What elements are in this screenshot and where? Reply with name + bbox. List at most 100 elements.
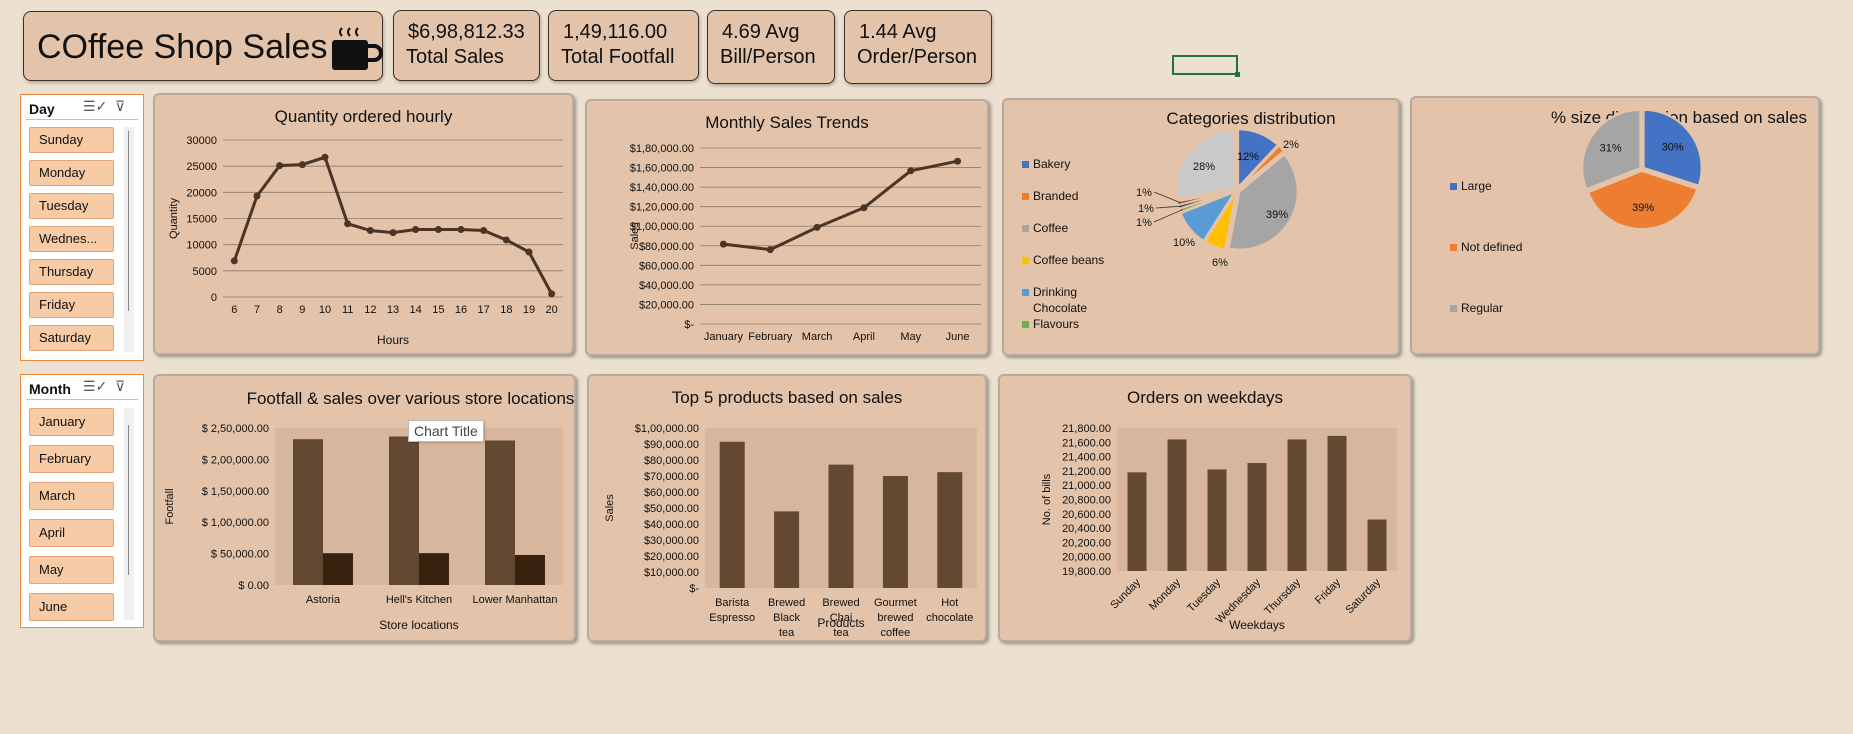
y-tick-label: $10,000.00 <box>644 567 699 579</box>
legend-swatch <box>1022 193 1029 200</box>
slicer-item-thursday[interactable]: Thursday <box>29 259 114 285</box>
x-tick-label: 19 <box>523 304 535 316</box>
y-tick-label: $1,00,000.00 <box>635 423 699 435</box>
slicer-item-june[interactable]: June <box>29 593 114 621</box>
slicer-item-january[interactable]: January <box>29 408 114 436</box>
y-tick-label: 25000 <box>186 161 217 173</box>
weekdays-chart-panel[interactable]: Orders on weekdays 19,800.00 20,000.00 20,… <box>998 374 1412 642</box>
slicer-item-may[interactable]: May <box>29 556 114 584</box>
kpi-value: 1.44 Avg <box>859 21 937 43</box>
footfall-chart-panel[interactable]: Footfall & sales over various store loca… <box>153 374 576 642</box>
hourly-line-chart: 0 5000 10000 15000 20000 25000 30000 6 7 8 9 10 11 12… <box>168 135 563 347</box>
slice-label: 1% <box>1136 187 1152 199</box>
data-point <box>457 225 465 233</box>
month-slicer: Month ☰✓ ⊽ January February March April … <box>20 374 144 628</box>
multi-select-icon[interactable]: ☰✓ <box>83 378 107 395</box>
kpi-avg-order: 1.44 Avg Order/Person <box>844 10 992 84</box>
data-point <box>480 227 488 235</box>
footfall-bar-chart: $ 0.00 $ 50,000.00 $ 1,00,000.00 $ 1,50,000… <box>164 423 563 632</box>
data-point <box>525 248 533 256</box>
y-axis-label: Quantity <box>168 198 180 239</box>
x-tick-label: Monday <box>1147 576 1184 613</box>
y-tick-label: $20,000.00 <box>639 299 694 311</box>
slicer-scroll-thumb[interactable] <box>128 131 129 311</box>
y-tick-label: $1,60,000.00 <box>630 163 694 175</box>
slicer-item-wednesday[interactable]: Wednes... <box>29 226 114 252</box>
slicer-item-sunday[interactable]: Sunday <box>29 127 114 153</box>
day-slicer: Day ☰✓ ⊽ Sunday Monday Tuesday Wednes...… <box>20 94 144 361</box>
x-tick-label: Lower Manhattan <box>473 594 558 606</box>
y-tick-label: $ 0.00 <box>238 580 269 592</box>
slicer-scroll-thumb[interactable] <box>128 425 129 575</box>
slicer-item-march[interactable]: March <box>29 482 114 510</box>
bar <box>1327 435 1347 571</box>
slicer-item-monday[interactable]: Monday <box>29 160 114 186</box>
fill-handle[interactable] <box>1235 72 1240 77</box>
y-axis-label: Sales <box>604 494 616 522</box>
x-tick-label: 16 <box>455 304 467 316</box>
clear-filter-icon[interactable]: ⊽ <box>115 378 125 395</box>
selected-cell[interactable] <box>1172 55 1240 77</box>
top5-chart-panel[interactable]: Top 5 products based on sales $- $10,000.… <box>587 374 987 642</box>
slicer-item-february[interactable]: February <box>29 445 114 473</box>
y-tick-label: $ 1,00,000.00 <box>202 517 269 529</box>
x-tick-label: 13 <box>387 304 399 316</box>
categories-chart-panel[interactable]: Categories distribution 12% 2% 39% 6% 10% 1% 1… <box>1002 98 1400 356</box>
y-tick-label: $1,80,000.00 <box>630 143 694 155</box>
slicer-scrollbar[interactable] <box>124 408 134 620</box>
y-tick-label: $20,000.00 <box>644 551 699 563</box>
x-tick-label: chocolate <box>926 612 973 624</box>
y-tick-label: $40,000.00 <box>644 519 699 531</box>
bar <box>1287 439 1307 571</box>
multi-select-icon[interactable]: ☰✓ <box>83 98 107 115</box>
y-tick-label: 30000 <box>186 135 217 147</box>
x-tick-label: 11 <box>342 304 353 316</box>
monthly-chart-panel[interactable]: Monthly Sales Trends $- $20,000.00 $40,000… <box>585 99 989 356</box>
x-axis-label: Hours <box>377 333 409 347</box>
x-tick-label: 18 <box>500 304 512 316</box>
slice-label: 39% <box>1632 202 1654 214</box>
slicer-item-tuesday[interactable]: Tuesday <box>29 193 114 219</box>
y-tick-label: $80,000.00 <box>644 455 699 467</box>
slice-label: 12% <box>1237 151 1259 163</box>
x-tick-label: Tuesday <box>1185 576 1223 614</box>
kpi-value: 1,49,116.00 <box>563 21 668 43</box>
x-tick-label: Barista <box>715 597 750 609</box>
leader-line <box>1153 209 1183 223</box>
x-tick-label: Gourmet <box>874 597 917 609</box>
categories-pie-chart: 12% 2% 39% 6% 10% 1% 1% 1% 28% Bakery Branded Coffe… <box>1022 128 1299 331</box>
slice-label: 1% <box>1136 217 1152 229</box>
x-tick-label: Brewed <box>768 597 805 609</box>
hourly-chart-panel[interactable]: Quantity ordered hourly 0 5000 10000 15000 2… <box>153 93 574 355</box>
slicer-item-april[interactable]: April <box>29 519 114 547</box>
legend-label: Drinking <box>1033 285 1077 299</box>
x-axis-label: Weekdays <box>1229 618 1285 632</box>
kpi-label: Total Sales <box>406 46 504 68</box>
x-tick-label: coffee <box>881 627 911 639</box>
y-tick-label: 20,000.00 <box>1062 552 1111 564</box>
bar <box>774 511 800 588</box>
y-tick-label: 21,200.00 <box>1062 466 1111 478</box>
kpi-avg-bill: 4.69 Avg Bill/Person <box>707 10 835 84</box>
legend-label: Regular <box>1461 301 1503 315</box>
y-tick-label: 20,800.00 <box>1062 495 1111 507</box>
slicer-item-friday[interactable]: Friday <box>29 292 114 318</box>
legend-label: Coffee <box>1033 221 1068 235</box>
clear-filter-icon[interactable]: ⊽ <box>115 98 125 115</box>
size-chart-panel[interactable]: % size distribution based on sales 30% 39… <box>1410 96 1820 355</box>
legend-label: Flavours <box>1033 317 1079 331</box>
slicer-scrollbar[interactable] <box>124 127 134 352</box>
bar <box>293 439 323 585</box>
legend-swatch <box>1022 321 1029 328</box>
x-tick-label: June <box>946 331 970 343</box>
monthly-line-chart: $- $20,000.00 $40,000.00 $60,000.00 $80,000.… <box>629 143 981 343</box>
x-tick-label: 20 <box>546 304 558 316</box>
data-point <box>366 227 374 235</box>
series-line <box>723 159 958 252</box>
x-tick-label: 8 <box>277 304 283 316</box>
y-tick-label: $ 50,000.00 <box>211 549 269 561</box>
bar <box>515 554 545 585</box>
slicer-item-saturday[interactable]: Saturday <box>29 325 114 351</box>
kpi-value: 4.69 Avg <box>722 21 800 43</box>
weekdays-bar-chart: 19,800.00 20,000.00 20,200.00 20,400.00 20,6… <box>1041 423 1397 632</box>
